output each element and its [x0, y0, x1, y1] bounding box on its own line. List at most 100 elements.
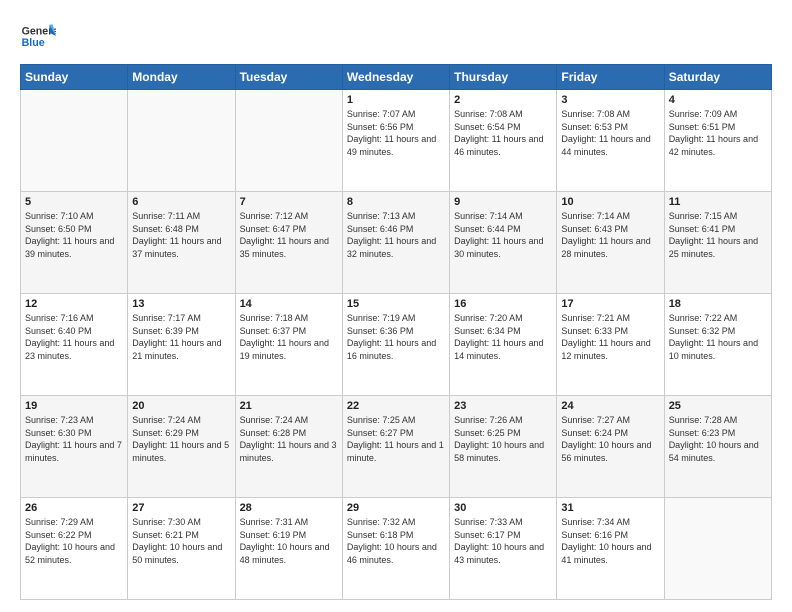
- calendar-cell: 4Sunrise: 7:09 AM Sunset: 6:51 PM Daylig…: [664, 90, 771, 192]
- calendar-cell: 12Sunrise: 7:16 AM Sunset: 6:40 PM Dayli…: [21, 294, 128, 396]
- calendar-cell: 31Sunrise: 7:34 AM Sunset: 6:16 PM Dayli…: [557, 498, 664, 600]
- day-number: 16: [454, 298, 552, 310]
- calendar-cell: 16 Sunrise: 7:20 AM Sunset: 6:34 PM Dayli…: [450, 294, 557, 396]
- day-number: 3: [561, 94, 659, 106]
- day-info: Sunrise: 7:09 AM Sunset: 6:51 PM Dayligh…: [669, 108, 767, 158]
- weekday-header-row: SundayMondayTuesdayWednesdayThursdayFrid…: [21, 65, 772, 90]
- header: General Blue: [20, 18, 772, 54]
- calendar-cell: 30 Sunrise: 7:33 AM Sunset: 6:17 PM Dayli…: [450, 498, 557, 600]
- day-info: Sunrise: 7:22 AM Sunset: 6:32 PM Dayligh…: [669, 312, 767, 362]
- day-info: Sunrise: 7:17 AM Sunset: 6:39 PM Dayligh…: [132, 312, 230, 362]
- day-number: 10: [561, 196, 659, 208]
- day-info: Sunrise: 7:25 AM Sunset: 6:27 PM Dayligh…: [347, 414, 445, 464]
- day-number: 9: [454, 196, 552, 208]
- calendar-cell: 14 Sunrise: 7:18 AM Sunset: 6:37 PM Dayli…: [235, 294, 342, 396]
- day-info: Sunrise: 7:29 AM Sunset: 6:22 PM Dayligh…: [25, 516, 123, 566]
- calendar-cell: 8 Sunrise: 7:13 AM Sunset: 6:46 PM Daylig…: [342, 192, 449, 294]
- day-info: Sunrise: 7:18 AM Sunset: 6:37 PM Dayligh…: [240, 312, 338, 362]
- day-number: 29: [347, 502, 445, 514]
- day-info: Sunrise: 7:30 AM Sunset: 6:21 PM Dayligh…: [132, 516, 230, 566]
- calendar-week-3: 12Sunrise: 7:16 AM Sunset: 6:40 PM Dayli…: [21, 294, 772, 396]
- day-number: 19: [25, 400, 123, 412]
- day-info: Sunrise: 7:10 AM Sunset: 6:50 PM Dayligh…: [25, 210, 123, 260]
- day-number: 14: [240, 298, 338, 310]
- calendar-week-1: 1 Sunrise: 7:07 AM Sunset: 6:56 PM Daylig…: [21, 90, 772, 192]
- day-info: Sunrise: 7:20 AM Sunset: 6:34 PM Dayligh…: [454, 312, 552, 362]
- calendar-cell: 5 Sunrise: 7:10 AM Sunset: 6:50 PM Daylig…: [21, 192, 128, 294]
- weekday-header-sunday: Sunday: [21, 65, 128, 90]
- day-number: 11: [669, 196, 767, 208]
- weekday-header-monday: Monday: [128, 65, 235, 90]
- day-number: 2: [454, 94, 552, 106]
- day-number: 5: [25, 196, 123, 208]
- day-info: Sunrise: 7:08 AM Sunset: 6:54 PM Dayligh…: [454, 108, 552, 158]
- day-number: 12: [25, 298, 123, 310]
- calendar-cell: 20 Sunrise: 7:24 AM Sunset: 6:29 PM Dayli…: [128, 396, 235, 498]
- logo: General Blue: [20, 18, 56, 54]
- day-number: 1: [347, 94, 445, 106]
- day-info: Sunrise: 7:19 AM Sunset: 6:36 PM Dayligh…: [347, 312, 445, 362]
- day-info: Sunrise: 7:33 AM Sunset: 6:17 PM Dayligh…: [454, 516, 552, 566]
- day-number: 27: [132, 502, 230, 514]
- calendar-week-5: 26 Sunrise: 7:29 AM Sunset: 6:22 PM Dayli…: [21, 498, 772, 600]
- calendar-cell: 24 Sunrise: 7:27 AM Sunset: 6:24 PM Dayli…: [557, 396, 664, 498]
- day-info: Sunrise: 7:11 AM Sunset: 6:48 PM Dayligh…: [132, 210, 230, 260]
- day-number: 28: [240, 502, 338, 514]
- day-number: 13: [132, 298, 230, 310]
- calendar-cell: 15 Sunrise: 7:19 AM Sunset: 6:36 PM Dayli…: [342, 294, 449, 396]
- day-number: 6: [132, 196, 230, 208]
- day-info: Sunrise: 7:24 AM Sunset: 6:29 PM Dayligh…: [132, 414, 230, 464]
- calendar-cell: [235, 90, 342, 192]
- day-info: Sunrise: 7:21 AM Sunset: 6:33 PM Dayligh…: [561, 312, 659, 362]
- svg-text:Blue: Blue: [22, 37, 45, 49]
- day-info: Sunrise: 7:27 AM Sunset: 6:24 PM Dayligh…: [561, 414, 659, 464]
- day-info: Sunrise: 7:26 AM Sunset: 6:25 PM Dayligh…: [454, 414, 552, 464]
- day-number: 22: [347, 400, 445, 412]
- calendar-cell: [21, 90, 128, 192]
- day-number: 30: [454, 502, 552, 514]
- calendar-cell: [128, 90, 235, 192]
- day-number: 8: [347, 196, 445, 208]
- day-number: 24: [561, 400, 659, 412]
- calendar-cell: 3 Sunrise: 7:08 AM Sunset: 6:53 PM Daylig…: [557, 90, 664, 192]
- weekday-header-tuesday: Tuesday: [235, 65, 342, 90]
- day-number: 20: [132, 400, 230, 412]
- day-number: 18: [669, 298, 767, 310]
- day-number: 23: [454, 400, 552, 412]
- calendar-cell: [664, 498, 771, 600]
- calendar-cell: 28 Sunrise: 7:31 AM Sunset: 6:19 PM Dayli…: [235, 498, 342, 600]
- weekday-header-wednesday: Wednesday: [342, 65, 449, 90]
- calendar-cell: 11Sunrise: 7:15 AM Sunset: 6:41 PM Dayli…: [664, 192, 771, 294]
- day-number: 17: [561, 298, 659, 310]
- day-info: Sunrise: 7:31 AM Sunset: 6:19 PM Dayligh…: [240, 516, 338, 566]
- calendar-week-2: 5 Sunrise: 7:10 AM Sunset: 6:50 PM Daylig…: [21, 192, 772, 294]
- day-number: 15: [347, 298, 445, 310]
- weekday-header-thursday: Thursday: [450, 65, 557, 90]
- day-number: 21: [240, 400, 338, 412]
- day-info: Sunrise: 7:08 AM Sunset: 6:53 PM Dayligh…: [561, 108, 659, 158]
- calendar-cell: 19 Sunrise: 7:23 AM Sunset: 6:30 PM Dayli…: [21, 396, 128, 498]
- calendar-cell: 7Sunrise: 7:12 AM Sunset: 6:47 PM Daylig…: [235, 192, 342, 294]
- calendar-cell: 22 Sunrise: 7:25 AM Sunset: 6:27 PM Dayli…: [342, 396, 449, 498]
- day-info: Sunrise: 7:23 AM Sunset: 6:30 PM Dayligh…: [25, 414, 123, 464]
- calendar-cell: 6 Sunrise: 7:11 AM Sunset: 6:48 PM Daylig…: [128, 192, 235, 294]
- day-info: Sunrise: 7:07 AM Sunset: 6:56 PM Dayligh…: [347, 108, 445, 158]
- calendar-cell: 9 Sunrise: 7:14 AM Sunset: 6:44 PM Daylig…: [450, 192, 557, 294]
- day-number: 26: [25, 502, 123, 514]
- calendar-cell: 27 Sunrise: 7:30 AM Sunset: 6:21 PM Dayli…: [128, 498, 235, 600]
- calendar-cell: 2 Sunrise: 7:08 AM Sunset: 6:54 PM Daylig…: [450, 90, 557, 192]
- calendar-cell: 29Sunrise: 7:32 AM Sunset: 6:18 PM Dayli…: [342, 498, 449, 600]
- calendar-cell: 10Sunrise: 7:14 AM Sunset: 6:43 PM Dayli…: [557, 192, 664, 294]
- calendar-cell: 26 Sunrise: 7:29 AM Sunset: 6:22 PM Dayli…: [21, 498, 128, 600]
- day-info: Sunrise: 7:24 AM Sunset: 6:28 PM Dayligh…: [240, 414, 338, 464]
- day-number: 25: [669, 400, 767, 412]
- day-info: Sunrise: 7:14 AM Sunset: 6:44 PM Dayligh…: [454, 210, 552, 260]
- day-info: Sunrise: 7:13 AM Sunset: 6:46 PM Dayligh…: [347, 210, 445, 260]
- calendar-week-4: 19 Sunrise: 7:23 AM Sunset: 6:30 PM Dayli…: [21, 396, 772, 498]
- calendar-cell: 13 Sunrise: 7:17 AM Sunset: 6:39 PM Dayli…: [128, 294, 235, 396]
- logo-icon: General Blue: [20, 18, 56, 54]
- day-info: Sunrise: 7:34 AM Sunset: 6:16 PM Dayligh…: [561, 516, 659, 566]
- day-number: 7: [240, 196, 338, 208]
- weekday-header-friday: Friday: [557, 65, 664, 90]
- calendar-table: SundayMondayTuesdayWednesdayThursdayFrid…: [20, 64, 772, 600]
